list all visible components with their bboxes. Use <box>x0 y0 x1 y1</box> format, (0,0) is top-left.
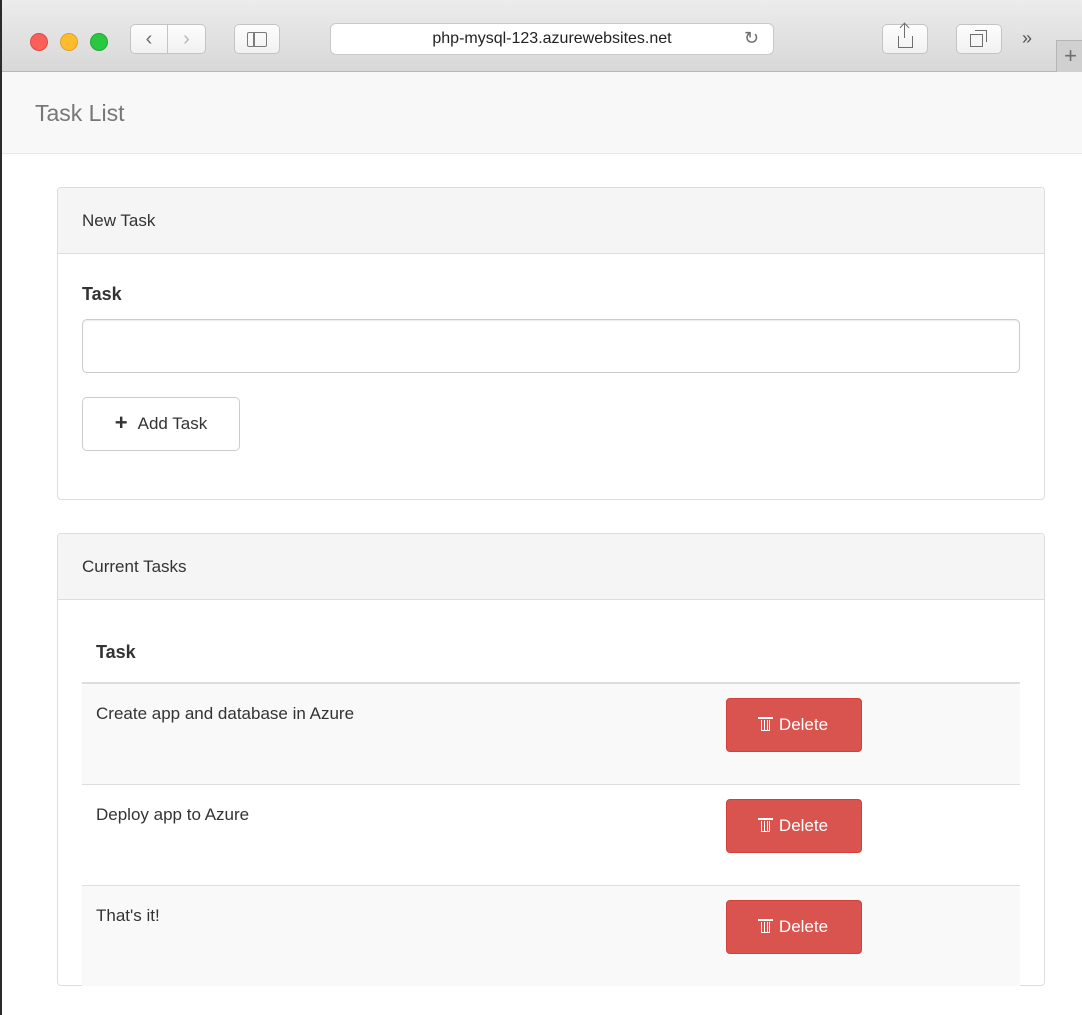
minimize-window-button[interactable] <box>60 33 78 51</box>
sidebar-toggle-button[interactable] <box>234 24 280 54</box>
task-actions: Delete <box>726 885 1020 986</box>
trash-icon <box>757 717 773 732</box>
plus-icon: + <box>114 410 128 435</box>
back-icon: ‹ <box>145 27 153 50</box>
table-row: Create app and database in Azure Delete <box>82 682 1020 785</box>
table-row: Deploy app to Azure Delete <box>82 784 1020 886</box>
delete-button-label: Delete <box>778 715 829 734</box>
task-field-label: Task <box>82 284 122 304</box>
new-task-panel: New Task Task + Add Task <box>57 187 1045 500</box>
delete-button-label: Delete <box>778 917 829 936</box>
task-column-header: Task <box>82 622 726 684</box>
add-task-button-label: Add Task <box>137 414 208 433</box>
task-input[interactable] <box>82 319 1020 373</box>
new-task-panel-heading: New Task <box>58 188 1044 254</box>
current-tasks-panel: Current Tasks Task Create app and databa… <box>57 533 1045 986</box>
new-tab-button[interactable]: + <box>1056 40 1082 72</box>
task-actions: Delete <box>726 682 1020 785</box>
table-row: That's it! Delete <box>82 885 1020 986</box>
current-tasks-panel-heading: Current Tasks <box>58 534 1044 600</box>
task-name: That's it! <box>82 885 726 986</box>
delete-task-button[interactable]: Delete <box>726 698 862 752</box>
tasks-table: Task Create app and database in Azure De… <box>82 622 1020 986</box>
show-tabs-button[interactable] <box>956 24 1002 54</box>
share-icon <box>897 24 913 48</box>
sidebar-icon <box>247 31 267 47</box>
share-button[interactable] <box>882 24 928 54</box>
new-tab-icon: + <box>1064 43 1077 68</box>
browser-window: ‹ › php-mysql-123.azurewebsites.net ↻ » … <box>0 0 1082 1015</box>
navbar: Task List <box>2 72 1082 154</box>
tabs-icon <box>970 30 988 48</box>
zoom-window-button[interactable] <box>90 33 108 51</box>
delete-task-button[interactable]: Delete <box>726 900 862 954</box>
close-window-button[interactable] <box>30 33 48 51</box>
forward-icon: › <box>183 27 190 50</box>
brand-link[interactable]: Task List <box>35 100 124 127</box>
browser-toolbar: ‹ › php-mysql-123.azurewebsites.net ↻ » … <box>2 0 1082 72</box>
trash-icon <box>757 818 773 833</box>
address-bar[interactable]: php-mysql-123.azurewebsites.net ↻ <box>330 23 774 55</box>
delete-task-button[interactable]: Delete <box>726 799 862 853</box>
delete-button-label: Delete <box>778 816 829 835</box>
task-actions: Delete <box>726 784 1020 886</box>
reload-icon[interactable]: ↻ <box>744 28 759 49</box>
task-name: Deploy app to Azure <box>82 784 726 886</box>
action-column-header <box>726 622 1020 684</box>
forward-button[interactable]: › <box>168 24 206 54</box>
add-task-button[interactable]: + Add Task <box>82 397 240 451</box>
url-text: php-mysql-123.azurewebsites.net <box>432 30 672 47</box>
task-name: Create app and database in Azure <box>82 682 726 785</box>
back-button[interactable]: ‹ <box>130 24 168 54</box>
more-icon[interactable]: » <box>1022 28 1032 49</box>
trash-icon <box>757 919 773 934</box>
